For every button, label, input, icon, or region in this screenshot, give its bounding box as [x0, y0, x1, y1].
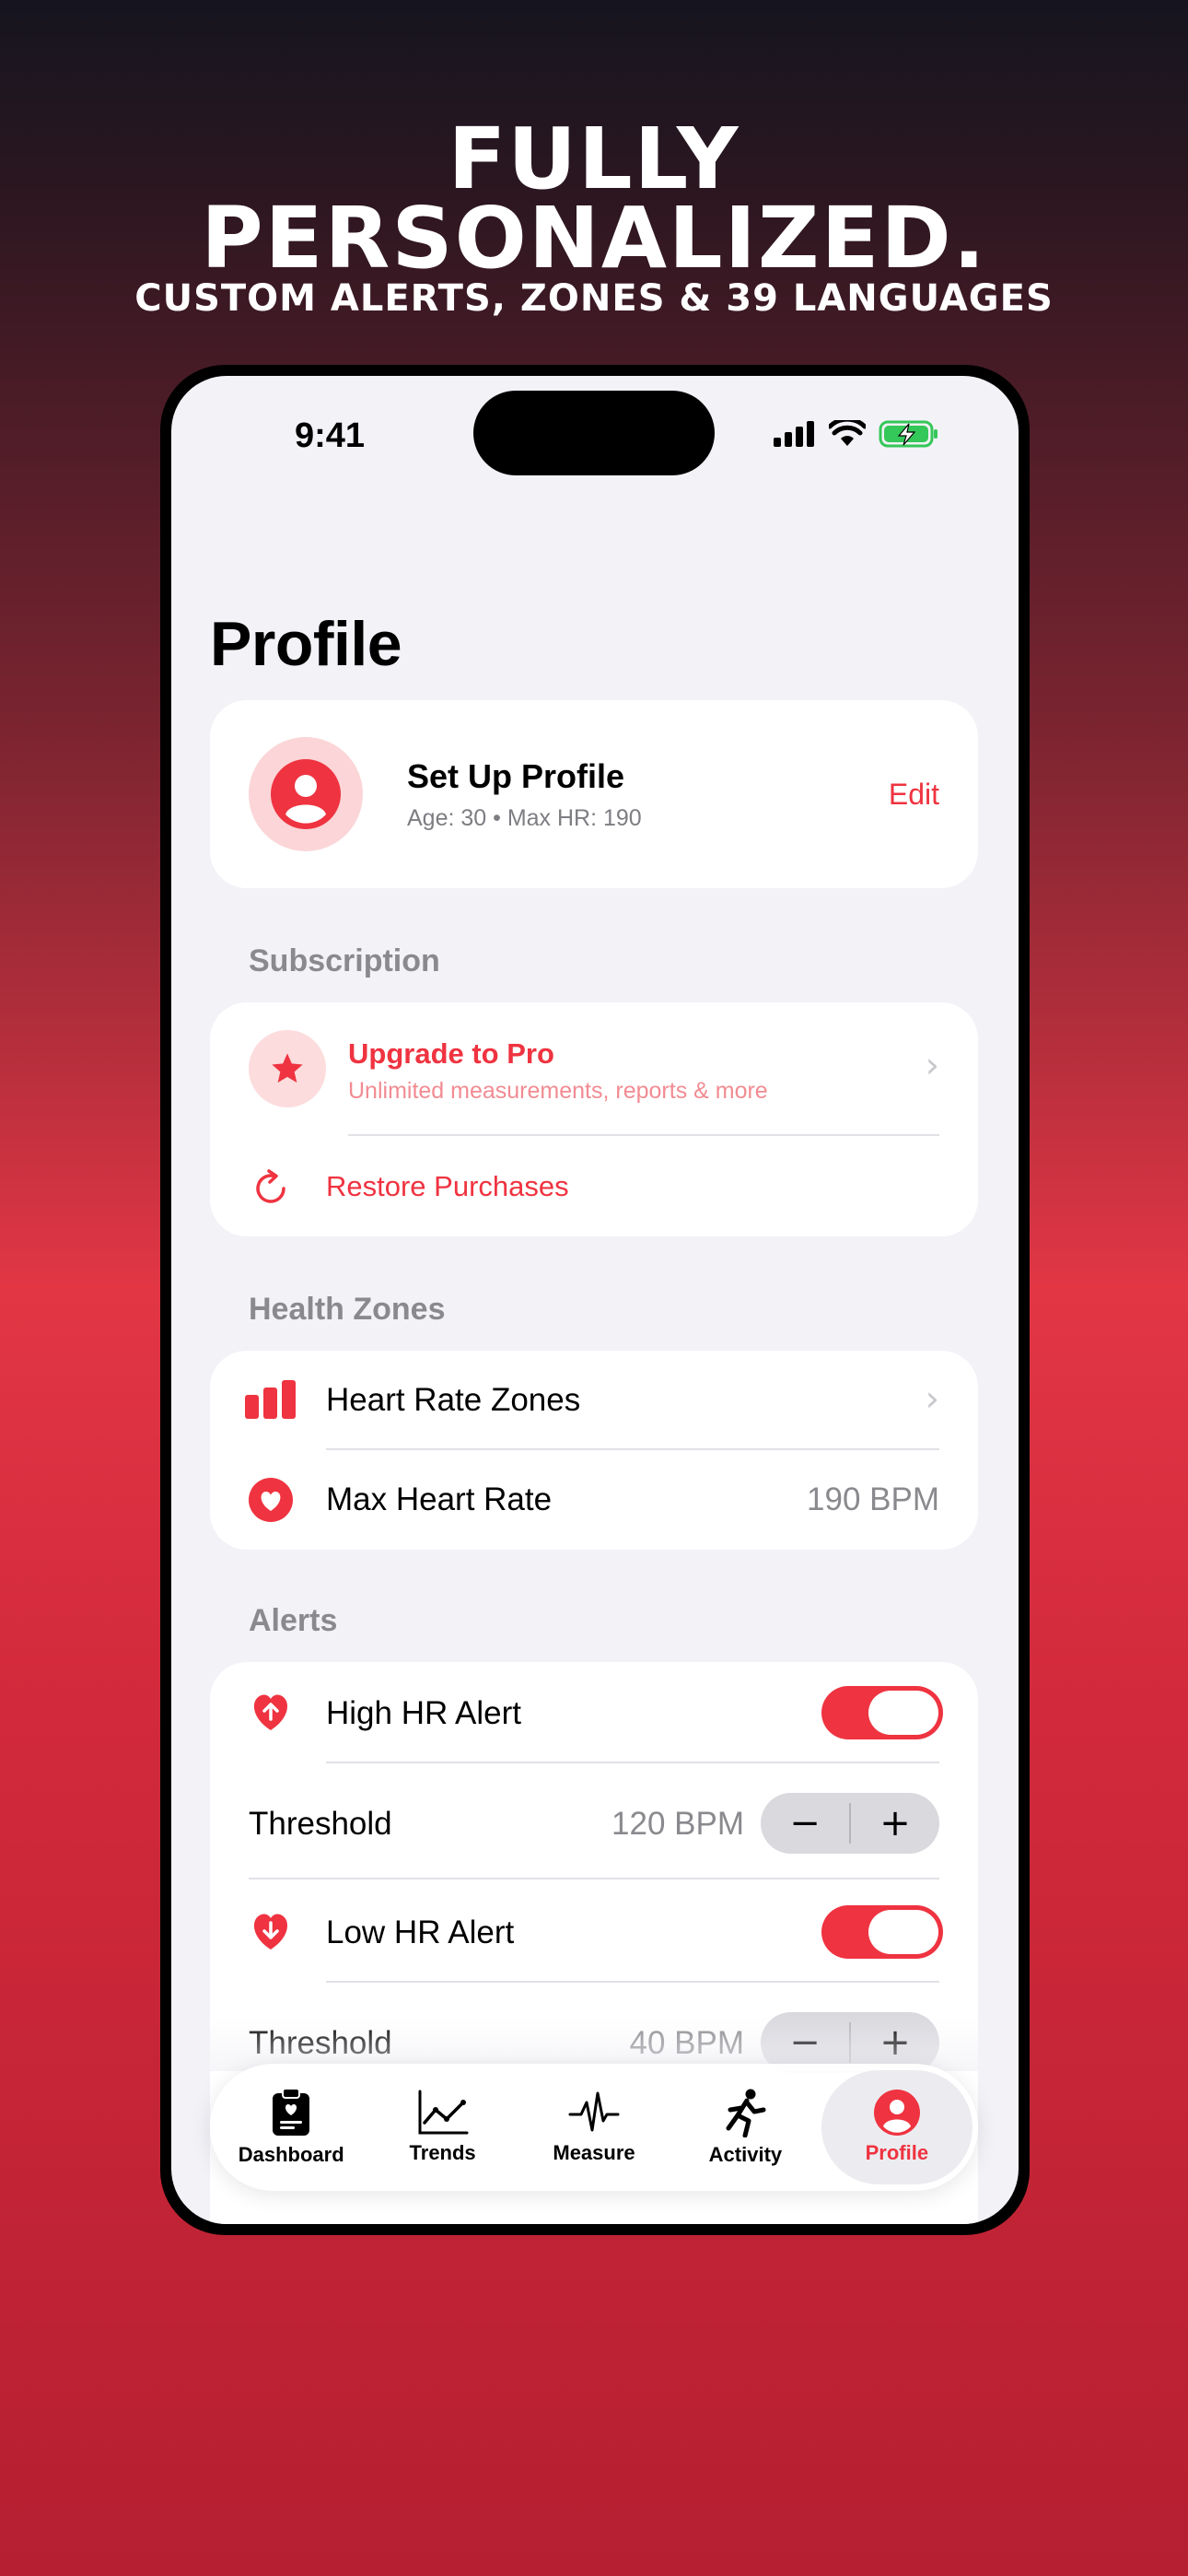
star-icon [272, 1053, 303, 1083]
status-time: 9:41 [295, 416, 366, 455]
max-heart-rate-label: Max Heart Rate [326, 1481, 553, 1517]
upgrade-subtitle: Unlimited measurements, reports & more [348, 1078, 768, 1104]
edit-profile-button[interactable]: Edit [889, 778, 939, 812]
max-heart-rate-row[interactable]: Max Heart Rate 190 BPM [210, 1450, 978, 1550]
heart-arrow-down-icon [253, 1914, 288, 1950]
restore-purchases-row[interactable]: Restore Purchases [210, 1137, 978, 1236]
high-threshold-stepper: − + [761, 1793, 939, 1854]
waveform-icon [568, 2091, 620, 2132]
running-figure-icon [726, 2089, 766, 2137]
divider [249, 1878, 939, 1879]
heart-rate-zones-label: Heart Rate Zones [326, 1382, 581, 1418]
tab-label: Profile [865, 2141, 929, 2164]
cellular-signal-icon [774, 421, 814, 447]
tab-bar: Dashboard Trends Measure Activity Profil… [210, 2064, 978, 2191]
high-threshold-value: 120 BPM [611, 1806, 744, 1842]
health-zones-card: Heart Rate Zones › Max Heart Rate 190 BP… [210, 1351, 978, 1550]
tab-label: Trends [409, 2141, 476, 2164]
upgrade-title: Upgrade to Pro [348, 1037, 554, 1070]
high-threshold-label: Threshold [249, 1806, 392, 1842]
chevron-right-icon: › [925, 1045, 939, 1085]
tab-label: Activity [708, 2143, 783, 2166]
low-threshold-label: Threshold [249, 2025, 392, 2061]
divider [348, 1134, 939, 1136]
profile-name: Set Up Profile [407, 757, 625, 795]
divider [326, 1981, 939, 1983]
tab-label: Dashboard [238, 2143, 344, 2166]
phone-screen: 9:41 Profile Set Up Profile Age: 30 • Ma… [171, 376, 1019, 2224]
clipboard-icon [273, 2088, 310, 2136]
upgrade-to-pro-row[interactable]: Upgrade to Pro Unlimited measurements, r… [210, 1002, 978, 1136]
high-hr-alert-label: High HR Alert [326, 1695, 522, 1731]
star-badge [249, 1030, 326, 1107]
status-icons [774, 420, 939, 448]
low-threshold-value: 40 BPM [629, 2025, 745, 2061]
marketing-header: FULLY PERSONALIZED. CUSTOM ALERTS, ZONES… [0, 110, 1188, 320]
high-hr-alert-toggle[interactable] [821, 1686, 943, 1739]
profile-meta: Age: 30 • Max HR: 190 [407, 805, 642, 831]
restore-arrow-icon [256, 1169, 285, 1203]
tab-measure[interactable]: Measure [518, 2070, 670, 2184]
bar-chart-icon [245, 1380, 296, 1419]
low-hr-alert-toggle[interactable] [821, 1905, 943, 1959]
health-zones-header: Health Zones [249, 1292, 446, 1327]
heart-circle-icon [249, 1478, 293, 1522]
person-circle-icon [271, 759, 341, 829]
low-hr-alert-label: Low HR Alert [326, 1914, 515, 1950]
trend-chart-icon [418, 2090, 469, 2135]
tab-profile[interactable]: Profile [821, 2070, 973, 2184]
increment-button[interactable]: + [851, 1793, 939, 1854]
avatar [249, 737, 363, 851]
person-circle-icon [873, 2090, 920, 2136]
headline-line-1: FULLY [448, 110, 740, 208]
divider [326, 1762, 939, 1763]
dynamic-island [473, 391, 715, 475]
max-heart-rate-value: 190 BPM [807, 1481, 939, 1517]
tab-label: Measure [553, 2141, 635, 2164]
headline-subtitle: CUSTOM ALERTS, ZONES & 39 LANGUAGES [134, 277, 1054, 320]
subscription-header: Subscription [249, 943, 440, 978]
wifi-icon [829, 420, 866, 446]
heart-rate-zones-row[interactable]: Heart Rate Zones › [210, 1351, 978, 1450]
chevron-right-icon: › [925, 1378, 939, 1419]
restore-purchases-label: Restore Purchases [326, 1170, 569, 1202]
battery-charging-icon [879, 420, 938, 448]
alerts-header: Alerts [249, 1603, 338, 1638]
page-title: Profile [210, 609, 402, 679]
heart-arrow-up-icon [253, 1694, 288, 1730]
profile-card[interactable]: Set Up Profile Age: 30 • Max HR: 190 Edi… [210, 700, 978, 888]
tab-trends[interactable]: Trends [367, 2070, 518, 2184]
tab-activity[interactable]: Activity [670, 2070, 821, 2184]
tab-dashboard[interactable]: Dashboard [215, 2070, 367, 2184]
subscription-card: Upgrade to Pro Unlimited measurements, r… [210, 1002, 978, 1236]
decrement-button[interactable]: − [761, 1793, 849, 1854]
headline-line-2: PERSONALIZED. [201, 189, 987, 287]
